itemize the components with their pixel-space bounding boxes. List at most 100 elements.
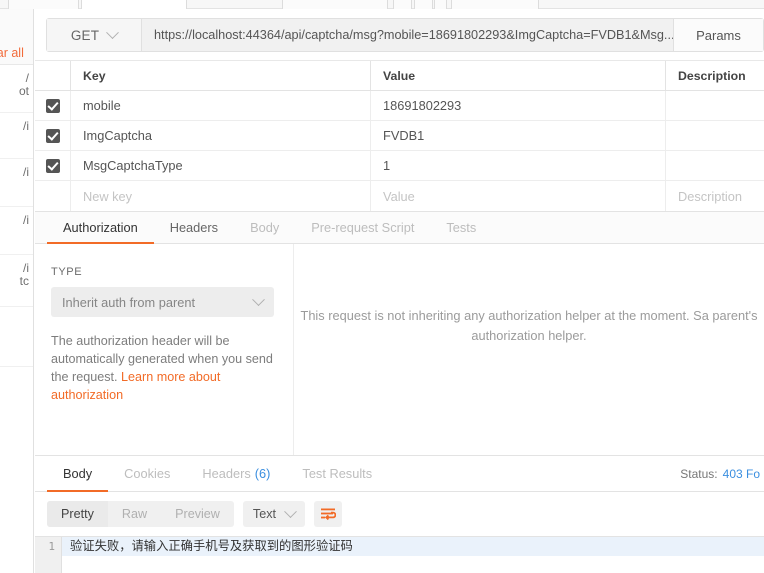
response-tabs: Body Cookies Headers (6) Test Results Sta… bbox=[35, 456, 764, 492]
top-tab[interactable] bbox=[434, 0, 447, 9]
response-tab-cookies[interactable]: Cookies bbox=[108, 456, 186, 491]
list-item[interactable]: /i tc bbox=[0, 255, 33, 307]
top-tab-active[interactable] bbox=[81, 0, 187, 9]
new-key-input[interactable]: New key bbox=[71, 181, 371, 211]
list-item[interactable]: /i bbox=[0, 113, 33, 159]
auth-type-column: TYPE Inherit auth from parent The author… bbox=[35, 244, 294, 455]
request-tab-strip[interactable] bbox=[0, 0, 764, 9]
auth-type-label: TYPE bbox=[51, 266, 83, 278]
chevron-down-icon bbox=[284, 504, 297, 518]
new-value-input[interactable]: Value bbox=[371, 181, 666, 211]
sidebar-item-label: /i bbox=[23, 119, 29, 133]
table-new-row[interactable]: New key Value Description bbox=[35, 181, 764, 211]
auth-inherit-column: This request is not inheriting any autho… bbox=[294, 244, 764, 455]
row-key[interactable]: MsgCaptchaType bbox=[71, 151, 371, 180]
sidebar-item-label: /i bbox=[23, 213, 29, 227]
url-bar: GET https://localhost:44364/api/captcha/… bbox=[46, 18, 764, 52]
header-description: Description bbox=[678, 68, 746, 83]
response-tab-headers[interactable]: Headers (6) bbox=[186, 456, 286, 491]
row-description[interactable] bbox=[666, 91, 764, 120]
top-tab[interactable] bbox=[451, 0, 539, 9]
new-row-checkbox-cell bbox=[35, 181, 71, 211]
row-value[interactable]: 18691802293 bbox=[371, 91, 666, 120]
tab-headers[interactable]: Headers bbox=[154, 212, 234, 243]
params-button[interactable]: Params bbox=[673, 19, 763, 51]
new-description-input[interactable]: Description bbox=[666, 181, 764, 211]
header-key: Key bbox=[71, 61, 371, 90]
list-item[interactable] bbox=[0, 307, 33, 367]
method-selector[interactable]: GET bbox=[47, 19, 142, 51]
row-checkbox-cell[interactable] bbox=[35, 121, 71, 150]
sidebar-item-sublabel: tc bbox=[19, 274, 29, 288]
word-wrap-icon[interactable] bbox=[314, 501, 343, 527]
table-row[interactable]: MsgCaptchaType 1 bbox=[35, 151, 764, 181]
authorization-panel: TYPE Inherit auth from parent The author… bbox=[35, 244, 764, 456]
top-tab[interactable] bbox=[282, 0, 388, 9]
table-header-row: Key Value Description bbox=[35, 61, 764, 91]
clear-all-link[interactable]: Clear all bbox=[0, 46, 24, 60]
table-row[interactable]: ImgCaptcha FVDB1 bbox=[35, 121, 764, 151]
list-item[interactable]: / ot bbox=[0, 65, 33, 113]
chevron-down-icon bbox=[252, 292, 265, 306]
list-item[interactable]: /i bbox=[0, 159, 33, 207]
row-key[interactable]: mobile bbox=[71, 91, 371, 120]
sidebar-history-list[interactable]: / ot /i /i /i /i tc bbox=[0, 65, 33, 367]
row-description[interactable] bbox=[666, 121, 764, 150]
params-table: Key Value Description mobile 18691802293… bbox=[35, 61, 764, 212]
response-format-select[interactable]: Text bbox=[242, 501, 306, 527]
tab-tests[interactable]: Tests bbox=[430, 212, 492, 243]
view-mode-preview[interactable]: Preview bbox=[161, 501, 234, 527]
row-description[interactable] bbox=[666, 151, 764, 180]
word-wrap-glyph bbox=[321, 508, 337, 521]
line-number: 1 bbox=[48, 540, 55, 553]
request-pane: GET https://localhost:44364/api/captcha/… bbox=[35, 9, 764, 573]
table-row[interactable]: mobile 18691802293 bbox=[35, 91, 764, 121]
auth-type-value: Inherit auth from parent bbox=[62, 294, 196, 310]
response-tab-body[interactable]: Body bbox=[47, 456, 109, 492]
top-tab[interactable] bbox=[414, 0, 433, 9]
header-value: Value bbox=[371, 61, 666, 90]
sidebar[interactable]: Clear all / ot /i /i /i /i tc bbox=[0, 9, 34, 573]
view-mode-pretty[interactable]: Pretty bbox=[47, 501, 108, 527]
url-bar-row: GET https://localhost:44364/api/captcha/… bbox=[35, 9, 764, 61]
response-tab-headers-label: Headers bbox=[202, 466, 251, 481]
auth-help-text: The authorization header will be automat… bbox=[51, 332, 274, 404]
row-checkbox[interactable] bbox=[45, 128, 60, 143]
view-mode-group: Pretty Raw Preview bbox=[47, 501, 234, 527]
auth-type-select[interactable]: Inherit auth from parent bbox=[51, 287, 274, 317]
response-headers-count: (6) bbox=[254, 466, 271, 481]
list-item[interactable]: /i bbox=[0, 207, 33, 255]
row-value[interactable]: 1 bbox=[371, 151, 666, 180]
tab-authorization[interactable]: Authorization bbox=[47, 212, 154, 244]
sidebar-item-sublabel: ot bbox=[18, 84, 29, 98]
response-code-area[interactable]: 验证失败，请输入正确手机号及获取到的图形验证码 bbox=[62, 537, 764, 573]
request-tabs: Authorization Headers Body Pre-request S… bbox=[35, 212, 764, 244]
url-input[interactable]: https://localhost:44364/api/captcha/msg?… bbox=[142, 19, 673, 51]
chevron-down-icon bbox=[106, 25, 120, 39]
status-label: Status: bbox=[680, 466, 718, 481]
response-toolbar: Pretty Raw Preview Text bbox=[35, 492, 764, 536]
method-label: GET bbox=[70, 27, 100, 43]
row-checkbox-cell[interactable] bbox=[35, 151, 71, 180]
line-number-gutter: 1 bbox=[35, 537, 62, 573]
top-tab[interactable] bbox=[393, 0, 412, 9]
row-checkbox[interactable] bbox=[45, 158, 60, 173]
row-checkbox-cell[interactable] bbox=[35, 91, 71, 120]
sidebar-item-label: /i bbox=[23, 165, 29, 179]
tab-body[interactable]: Body bbox=[234, 212, 295, 243]
response-tab-test-results[interactable]: Test Results bbox=[286, 456, 388, 491]
top-tab[interactable] bbox=[8, 0, 79, 9]
status-badge: Status: 403 Fo bbox=[680, 456, 764, 491]
response-format-value: Text bbox=[252, 507, 277, 521]
row-checkbox[interactable] bbox=[45, 98, 60, 113]
auth-inherit-message: This request is not inheriting any autho… bbox=[300, 308, 758, 343]
response-body-line: 验证失败，请输入正确手机号及获取到的图形验证码 bbox=[62, 537, 764, 556]
postman-window: Clear all / ot /i /i /i /i tc bbox=[0, 0, 764, 573]
row-value[interactable]: FVDB1 bbox=[371, 121, 666, 150]
header-checkbox-cell bbox=[35, 61, 71, 90]
row-key[interactable]: ImgCaptcha bbox=[71, 121, 371, 150]
view-mode-raw[interactable]: Raw bbox=[108, 501, 161, 527]
sidebar-header: Clear all bbox=[0, 9, 33, 65]
response-body[interactable]: 1 验证失败，请输入正确手机号及获取到的图形验证码 bbox=[35, 536, 764, 573]
tab-pre-request-script[interactable]: Pre-request Script bbox=[295, 212, 430, 243]
